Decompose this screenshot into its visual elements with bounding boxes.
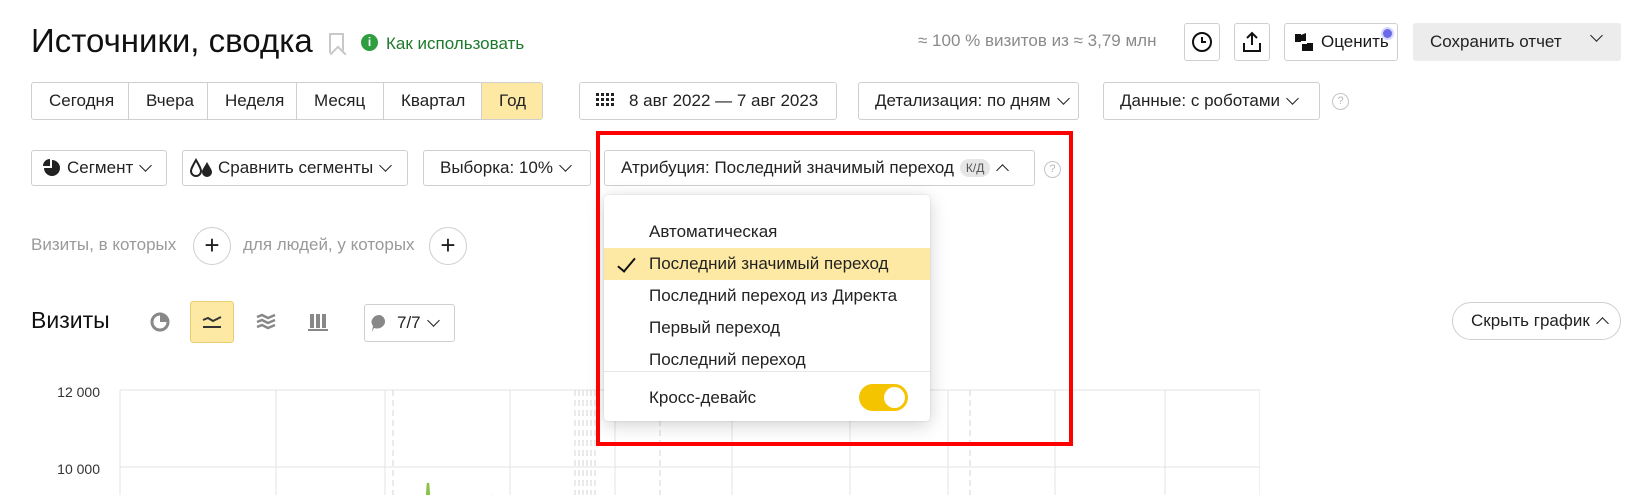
sample-dropdown[interactable]: Выборка: 10% [423,150,591,186]
info-icon[interactable]: i [361,34,378,51]
how-to-use-link[interactable]: Как использовать [386,34,524,54]
period-yesterday[interactable]: Вчера [129,83,208,119]
series-counter-label: 7/7 [397,313,421,332]
attribution-dropdown[interactable]: Атрибуция: Последний значимый переход К/… [604,150,1035,186]
attribution-option-first[interactable]: Первый переход [604,312,930,344]
period-today[interactable]: Сегодня [32,83,129,119]
area-chart-icon [256,313,276,330]
add-visits-condition-button[interactable]: + [193,227,231,265]
chevron-down-icon [1286,92,1299,105]
line-chart-toggle[interactable] [190,301,234,343]
segment-label: Сегмент [67,158,134,177]
attribution-option-last-direct[interactable]: Последний переход из Директа [604,280,930,312]
hide-chart-button[interactable]: Скрыть график [1452,302,1621,340]
attribution-menu: Автоматическая Последний значимый перехо… [604,195,930,421]
attribution-option-auto[interactable]: Автоматическая [604,216,930,248]
bar-chart-toggle[interactable] [296,301,340,343]
help-icon[interactable]: ? [1044,161,1061,178]
attribution-label: Атрибуция: Последний значимый переход [621,158,954,177]
visits-coverage-text: ≈ 100 % визитов из ≈ 3,79 млн [918,31,1157,50]
menu-divider [604,371,930,372]
bar-chart-icon [308,314,328,331]
bookmark-icon[interactable] [329,33,344,53]
rate-label: Оценить [1321,32,1389,51]
chevron-down-icon[interactable] [1590,29,1603,42]
comment-icon [371,314,386,332]
help-icon[interactable]: ? [1332,93,1349,110]
chevron-down-icon [559,159,572,172]
save-report-label: Сохранить отчет [1430,32,1562,51]
share-icon [1243,31,1261,52]
notification-dot [1383,29,1392,38]
thumbs-icon [1295,33,1313,51]
rate-button[interactable]: Оценить [1284,23,1398,61]
cross-device-toggle[interactable] [859,384,908,411]
save-report-button[interactable]: Сохранить отчет [1413,23,1621,61]
export-button[interactable] [1234,23,1270,61]
date-range-label: 8 авг 2022 — 7 авг 2023 [629,91,819,110]
history-button[interactable] [1184,23,1220,61]
chevron-down-icon [379,159,393,172]
chevron-down-icon [1056,92,1070,105]
people-condition-label: для людей, у которых [243,235,415,254]
attribution-option-last-significant[interactable]: Последний значимый переход [604,248,930,280]
chevron-up-icon [1595,317,1609,330]
chevron-down-icon [426,314,440,327]
checkmark-icon [617,253,636,273]
detail-dropdown[interactable]: Детализация: по дням [858,82,1079,120]
add-people-condition-button[interactable]: + [429,227,467,265]
sample-label: Выборка: 10% [440,158,553,177]
pie-chart-icon [150,312,170,332]
data-label: Данные: с роботами [1120,91,1281,110]
chevron-down-icon [139,159,153,172]
y-tick-label: 12 000 [57,384,100,400]
y-tick-label: 10 000 [57,461,100,477]
period-selector: Сегодня Вчера Неделя Месяц Квартал Год [31,82,543,120]
pie-icon [43,159,60,176]
period-quarter[interactable]: Квартал [384,83,482,119]
cross-device-badge: К/Д [959,159,991,177]
drops-icon [190,158,212,177]
series-counter-dropdown[interactable]: 7/7 [364,304,455,342]
clock-icon [1192,32,1212,52]
date-range-button[interactable]: 8 авг 2022 — 7 авг 2023 [579,82,837,120]
detail-label: Детализация: по дням [875,91,1051,110]
chevron-up-icon [996,164,1010,177]
line-chart-icon [202,316,222,328]
compare-segments-dropdown[interactable]: Сравнить сегменты [182,150,408,186]
period-month[interactable]: Месяц [297,83,384,119]
period-year[interactable]: Год [482,83,542,119]
area-chart-toggle[interactable] [244,301,288,343]
calendar-icon [596,93,614,106]
data-dropdown[interactable]: Данные: с роботами [1103,82,1320,120]
series-line [425,482,431,495]
visits-condition-label: Визиты, в которых [31,235,177,254]
period-week[interactable]: Неделя [208,83,297,119]
page-title: Источники, сводка [31,22,313,59]
pie-chart-toggle[interactable] [138,301,182,343]
hide-chart-label: Скрыть график [1471,311,1590,330]
chart-title: Визиты [31,307,110,333]
segment-dropdown[interactable]: Сегмент [31,150,167,186]
compare-segments-label: Сравнить сегменты [218,158,374,177]
